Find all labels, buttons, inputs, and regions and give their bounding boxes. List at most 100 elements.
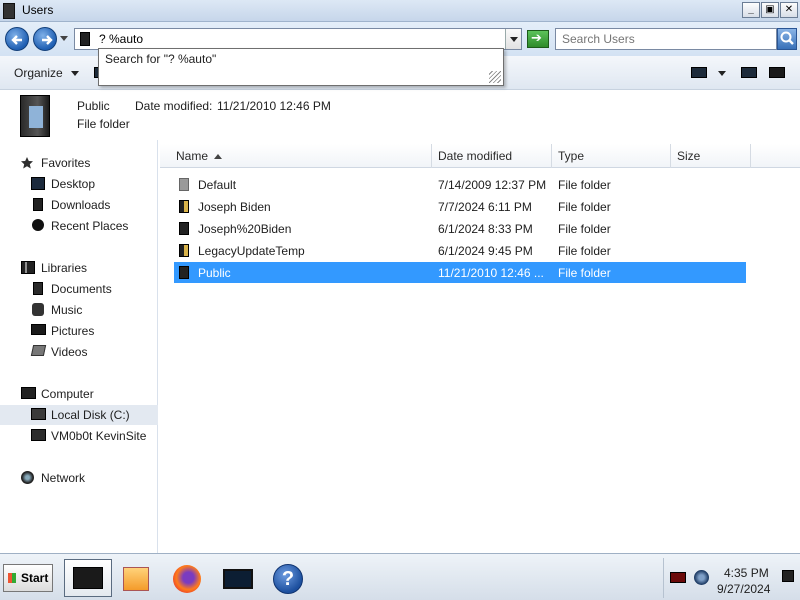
title-bar[interactable]: Users _ ▣ ✕	[0, 0, 800, 22]
taskbar-help[interactable]: ?	[264, 559, 312, 597]
help-icon[interactable]	[769, 67, 785, 78]
details-type: File folder	[77, 117, 130, 131]
clock-time[interactable]: 4:35 PM	[724, 566, 769, 580]
column-header-name[interactable]: Name	[170, 144, 432, 168]
network-status-icon[interactable]	[694, 570, 709, 585]
taskbar-explorer[interactable]	[64, 559, 112, 597]
file-type: File folder	[558, 178, 611, 192]
column-header-date[interactable]: Date modified	[432, 144, 552, 168]
pictures-icon	[31, 324, 46, 335]
nav-music[interactable]: Music	[0, 300, 158, 320]
nav-videos[interactable]: Videos	[0, 342, 158, 362]
start-label: Start	[21, 571, 49, 585]
nav-network[interactable]: Network	[0, 468, 158, 488]
search-button[interactable]	[777, 28, 797, 50]
network-icon	[21, 471, 34, 484]
file-date: 7/14/2009 12:37 PM	[438, 178, 547, 192]
table-row[interactable]: Default 7/14/2009 12:37 PM File folder	[174, 174, 746, 195]
table-row[interactable]: Joseph%20Biden 6/1/2024 8:33 PM File fol…	[174, 218, 746, 239]
nav-label: Pictures	[51, 324, 95, 338]
folder-icon	[179, 178, 189, 191]
forward-button[interactable]	[33, 27, 57, 51]
file-type: File folder	[558, 244, 611, 258]
file-name: LegacyUpdateTemp	[198, 244, 305, 258]
nav-favorites[interactable]: Favorites	[0, 153, 158, 173]
organize-button[interactable]: Organize	[14, 66, 79, 80]
nav-label: Downloads	[51, 198, 111, 212]
search-icon	[780, 31, 794, 45]
nav-label: Music	[51, 303, 83, 317]
details-date-value: 11/21/2010 12:46 PM	[217, 99, 331, 113]
column-header-type[interactable]: Type	[552, 144, 671, 168]
clock-date[interactable]: 9/27/2024	[717, 582, 770, 596]
minimize-button[interactable]: _	[742, 2, 760, 18]
show-desktop-icon[interactable]	[782, 570, 794, 582]
nav-pictures[interactable]: Pictures	[0, 321, 158, 341]
window-title: Users	[22, 3, 54, 17]
go-button[interactable]	[527, 30, 549, 48]
taskbar: Start ? 4:35 PM 9/27/2024	[0, 553, 800, 600]
nav-libraries[interactable]: Libraries	[0, 258, 158, 278]
nav-desktop[interactable]: Desktop	[0, 174, 158, 194]
folder-large-icon	[20, 95, 50, 137]
windows-logo-icon	[8, 573, 16, 583]
music-icon	[32, 303, 44, 316]
address-input[interactable]	[95, 31, 495, 47]
file-type: File folder	[558, 222, 611, 236]
search-field[interactable]	[555, 28, 777, 50]
network-drive-icon	[31, 429, 46, 441]
nav-local-disk[interactable]: Local Disk (C:)	[0, 405, 158, 425]
taskbar-media-player[interactable]	[112, 559, 160, 597]
file-date: 7/7/2024 6:11 PM	[438, 200, 532, 214]
file-name: Default	[198, 178, 237, 192]
nav-network-drive[interactable]: VM0b0t KevinSite	[0, 426, 158, 446]
recent-places-icon	[32, 219, 44, 231]
column-header-size[interactable]: Size	[671, 144, 751, 168]
videos-icon	[30, 345, 47, 356]
change-view-icon[interactable]	[691, 67, 707, 78]
forward-arrow-icon	[42, 35, 53, 45]
recent-pages-dropdown[interactable]	[60, 36, 68, 41]
taskbar-firefox[interactable]	[163, 559, 211, 597]
folder-icon	[179, 222, 189, 235]
computer-icon	[21, 387, 36, 399]
column-headers: Name Date modified Type Size	[160, 144, 800, 168]
column-header-label: Name	[176, 149, 209, 163]
nav-label: Computer	[41, 387, 94, 401]
folder-icon	[3, 3, 15, 19]
action-center-icon[interactable]	[670, 572, 686, 583]
back-arrow-icon	[11, 35, 22, 45]
column-header-label: Date modified	[438, 149, 513, 163]
table-row-selected[interactable]: Public 11/21/2010 12:46 ... File folder	[174, 262, 746, 283]
view-options-dropdown[interactable]	[718, 71, 726, 76]
nav-documents[interactable]: Documents	[0, 279, 158, 299]
nav-label: Desktop	[51, 177, 96, 191]
back-button[interactable]	[5, 27, 29, 51]
monitor-icon	[223, 569, 253, 589]
details-date-label: Date modified:	[135, 99, 213, 113]
start-button[interactable]: Start	[3, 564, 53, 592]
close-button[interactable]: ✕	[780, 2, 798, 18]
search-input[interactable]	[556, 29, 776, 49]
resize-grip-icon[interactable]	[489, 71, 501, 83]
nav-label: Network	[41, 471, 86, 485]
downloads-icon	[33, 198, 43, 211]
address-field[interactable]	[74, 28, 522, 50]
address-dropdown-button[interactable]	[505, 29, 521, 49]
nav-downloads[interactable]: Downloads	[0, 195, 158, 215]
help-icon: ?	[273, 564, 303, 594]
maximize-button[interactable]: ▣	[761, 2, 779, 18]
autocomplete-item[interactable]: Search for "? %auto"	[105, 52, 216, 66]
table-row[interactable]: Joseph Biden 7/7/2024 6:11 PM File folde…	[174, 196, 746, 217]
nav-computer[interactable]: Computer	[0, 384, 158, 404]
file-list: Name Date modified Type Size Default 7/1…	[160, 140, 800, 553]
nav-label: Recent Places	[51, 219, 129, 233]
table-row[interactable]: LegacyUpdateTemp 6/1/2024 9:45 PM File f…	[174, 240, 746, 261]
media-player-icon	[123, 567, 149, 591]
preview-pane-icon[interactable]	[741, 67, 757, 78]
address-autocomplete: Search for "? %auto"	[98, 48, 504, 86]
explorer-icon	[73, 567, 103, 589]
nav-label: Favorites	[41, 156, 91, 170]
taskbar-monitor[interactable]	[213, 559, 261, 597]
nav-recent-places[interactable]: Recent Places	[0, 216, 158, 236]
